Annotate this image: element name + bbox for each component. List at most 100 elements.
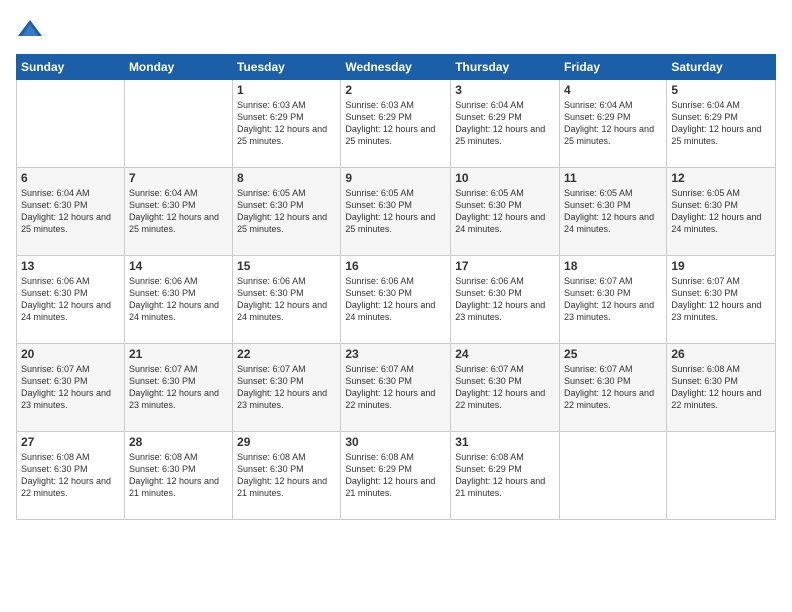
calendar-cell: 21 Sunrise: 6:07 AM Sunset: 6:30 PM Dayli… <box>124 344 232 432</box>
day-number: 15 <box>237 259 336 273</box>
day-info: Sunrise: 6:08 AM Sunset: 6:29 PM Dayligh… <box>345 451 446 500</box>
calendar-cell: 9 Sunrise: 6:05 AM Sunset: 6:30 PM Daylig… <box>341 168 451 256</box>
calendar-cell: 5 Sunrise: 6:04 AM Sunset: 6:29 PM Daylig… <box>667 80 776 168</box>
day-number: 19 <box>671 259 771 273</box>
day-info: Sunrise: 6:08 AM Sunset: 6:30 PM Dayligh… <box>671 363 771 412</box>
day-number: 13 <box>21 259 120 273</box>
calendar-cell <box>124 80 232 168</box>
day-info: Sunrise: 6:06 AM Sunset: 6:30 PM Dayligh… <box>129 275 228 324</box>
calendar-cell: 31Sunrise: 6:08 AM Sunset: 6:29 PM Dayli… <box>451 432 560 520</box>
calendar-cell: 8Sunrise: 6:05 AM Sunset: 6:30 PM Daylig… <box>233 168 341 256</box>
day-number: 29 <box>237 435 336 449</box>
day-number: 16 <box>345 259 446 273</box>
calendar-cell: 12 Sunrise: 6:05 AM Sunset: 6:30 PM Dayli… <box>667 168 776 256</box>
day-info: Sunrise: 6:07 AM Sunset: 6:30 PM Dayligh… <box>129 363 228 412</box>
day-number: 22 <box>237 347 336 361</box>
day-info: Sunrise: 6:08 AM Sunset: 6:30 PM Dayligh… <box>21 451 120 500</box>
calendar-cell: 11Sunrise: 6:05 AM Sunset: 6:30 PM Dayli… <box>560 168 667 256</box>
day-number: 12 <box>671 171 771 185</box>
day-number: 27 <box>21 435 120 449</box>
day-number: 7 <box>129 171 228 185</box>
calendar-cell <box>17 80 125 168</box>
day-number: 31 <box>455 435 555 449</box>
day-info: Sunrise: 6:07 AM Sunset: 6:30 PM Dayligh… <box>564 363 662 412</box>
calendar-header-monday: Monday <box>124 55 232 80</box>
calendar-cell: 30 Sunrise: 6:08 AM Sunset: 6:29 PM Dayli… <box>341 432 451 520</box>
day-info: Sunrise: 6:06 AM Sunset: 6:30 PM Dayligh… <box>455 275 555 324</box>
calendar-cell: 15 Sunrise: 6:06 AM Sunset: 6:30 PM Dayli… <box>233 256 341 344</box>
calendar-cell: 3 Sunrise: 6:04 AM Sunset: 6:29 PM Daylig… <box>451 80 560 168</box>
day-info: Sunrise: 6:06 AM Sunset: 6:30 PM Dayligh… <box>237 275 336 324</box>
day-info: Sunrise: 6:07 AM Sunset: 6:30 PM Dayligh… <box>237 363 336 412</box>
header <box>16 16 776 44</box>
day-info: Sunrise: 6:04 AM Sunset: 6:29 PM Dayligh… <box>564 99 662 148</box>
calendar-cell: 14 Sunrise: 6:06 AM Sunset: 6:30 PM Dayli… <box>124 256 232 344</box>
day-info: Sunrise: 6:05 AM Sunset: 6:30 PM Dayligh… <box>455 187 555 236</box>
page: SundayMondayTuesdayWednesdayThursdayFrid… <box>0 0 792 612</box>
calendar-cell: 18 Sunrise: 6:07 AM Sunset: 6:30 PM Dayli… <box>560 256 667 344</box>
day-number: 1 <box>237 83 336 97</box>
day-number: 24 <box>455 347 555 361</box>
calendar-cell: 28Sunrise: 6:08 AM Sunset: 6:30 PM Dayli… <box>124 432 232 520</box>
calendar-cell: 29Sunrise: 6:08 AM Sunset: 6:30 PM Dayli… <box>233 432 341 520</box>
day-info: Sunrise: 6:07 AM Sunset: 6:30 PM Dayligh… <box>455 363 555 412</box>
day-info: Sunrise: 6:07 AM Sunset: 6:30 PM Dayligh… <box>671 275 771 324</box>
calendar-cell: 10 Sunrise: 6:05 AM Sunset: 6:30 PM Dayli… <box>451 168 560 256</box>
calendar-cell: 4Sunrise: 6:04 AM Sunset: 6:29 PM Daylig… <box>560 80 667 168</box>
day-number: 9 <box>345 171 446 185</box>
day-info: Sunrise: 6:04 AM Sunset: 6:29 PM Dayligh… <box>671 99 771 148</box>
day-number: 3 <box>455 83 555 97</box>
day-number: 14 <box>129 259 228 273</box>
day-number: 18 <box>564 259 662 273</box>
day-number: 2 <box>345 83 446 97</box>
calendar-cell: 27 Sunrise: 6:08 AM Sunset: 6:30 PM Dayli… <box>17 432 125 520</box>
calendar-header-wednesday: Wednesday <box>341 55 451 80</box>
logo <box>16 16 48 44</box>
day-number: 5 <box>671 83 771 97</box>
day-info: Sunrise: 6:04 AM Sunset: 6:30 PM Dayligh… <box>21 187 120 236</box>
calendar-week-row: 27 Sunrise: 6:08 AM Sunset: 6:30 PM Dayli… <box>17 432 776 520</box>
calendar-cell: 16 Sunrise: 6:06 AM Sunset: 6:30 PM Dayli… <box>341 256 451 344</box>
day-number: 11 <box>564 171 662 185</box>
calendar-cell: 17 Sunrise: 6:06 AM Sunset: 6:30 PM Dayli… <box>451 256 560 344</box>
calendar-cell: 25 Sunrise: 6:07 AM Sunset: 6:30 PM Dayli… <box>560 344 667 432</box>
day-number: 25 <box>564 347 662 361</box>
calendar-week-row: 6 Sunrise: 6:04 AM Sunset: 6:30 PM Daylig… <box>17 168 776 256</box>
day-info: Sunrise: 6:05 AM Sunset: 6:30 PM Dayligh… <box>345 187 446 236</box>
day-number: 30 <box>345 435 446 449</box>
day-info: Sunrise: 6:04 AM Sunset: 6:29 PM Dayligh… <box>455 99 555 148</box>
calendar-cell: 24 Sunrise: 6:07 AM Sunset: 6:30 PM Dayli… <box>451 344 560 432</box>
calendar-cell: 13 Sunrise: 6:06 AM Sunset: 6:30 PM Dayli… <box>17 256 125 344</box>
day-info: Sunrise: 6:05 AM Sunset: 6:30 PM Dayligh… <box>237 187 336 236</box>
day-number: 17 <box>455 259 555 273</box>
calendar-header-saturday: Saturday <box>667 55 776 80</box>
calendar-cell: 19 Sunrise: 6:07 AM Sunset: 6:30 PM Dayli… <box>667 256 776 344</box>
calendar-cell: 22 Sunrise: 6:07 AM Sunset: 6:30 PM Dayli… <box>233 344 341 432</box>
calendar-table: SundayMondayTuesdayWednesdayThursdayFrid… <box>16 54 776 520</box>
calendar-cell: 7 Sunrise: 6:04 AM Sunset: 6:30 PM Daylig… <box>124 168 232 256</box>
day-number: 10 <box>455 171 555 185</box>
calendar-header-tuesday: Tuesday <box>233 55 341 80</box>
calendar-cell <box>560 432 667 520</box>
day-number: 26 <box>671 347 771 361</box>
calendar-cell: 20Sunrise: 6:07 AM Sunset: 6:30 PM Dayli… <box>17 344 125 432</box>
day-number: 6 <box>21 171 120 185</box>
day-info: Sunrise: 6:07 AM Sunset: 6:30 PM Dayligh… <box>345 363 446 412</box>
calendar-week-row: 20 Sunrise: 6:07 AM Sunset: 6:30 PM Dayli… <box>17 344 776 432</box>
calendar-week-row: 1 Sunrise: 6:03 AM Sunset: 6:29 PM Daylig… <box>17 80 776 168</box>
calendar-header-row: SundayMondayTuesdayWednesdayThursdayFrid… <box>17 55 776 80</box>
day-info: Sunrise: 6:04 AM Sunset: 6:30 PM Dayligh… <box>129 187 228 236</box>
day-number: 21 <box>129 347 228 361</box>
day-info: Sunrise: 6:05 AM Sunset: 6:30 PM Dayligh… <box>671 187 771 236</box>
day-info: Sunrise: 6:06 AM Sunset: 6:30 PM Dayligh… <box>345 275 446 324</box>
calendar-cell: 1Sunrise: 6:03 AM Sunset: 6:29 PM Daylig… <box>233 80 341 168</box>
calendar-week-row: 13 Sunrise: 6:06 AM Sunset: 6:30 PM Dayli… <box>17 256 776 344</box>
calendar-header-thursday: Thursday <box>451 55 560 80</box>
day-info: Sunrise: 6:06 AM Sunset: 6:30 PM Dayligh… <box>21 275 120 324</box>
day-info: Sunrise: 6:07 AM Sunset: 6:30 PM Dayligh… <box>564 275 662 324</box>
calendar-cell: 23Sunrise: 6:07 AM Sunset: 6:30 PM Dayli… <box>341 344 451 432</box>
calendar-header-sunday: Sunday <box>17 55 125 80</box>
day-number: 20 <box>21 347 120 361</box>
calendar-cell: 26 Sunrise: 6:08 AM Sunset: 6:30 PM Dayli… <box>667 344 776 432</box>
day-info: Sunrise: 6:03 AM Sunset: 6:29 PM Dayligh… <box>345 99 446 148</box>
